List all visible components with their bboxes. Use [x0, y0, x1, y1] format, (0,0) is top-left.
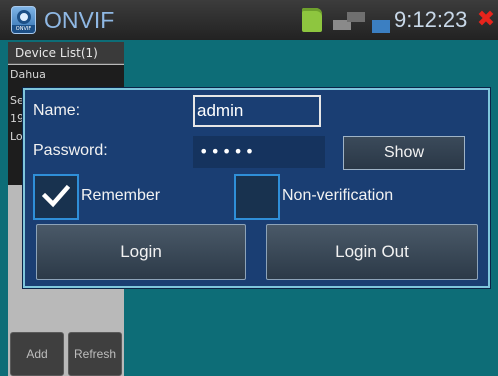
login-dialog: Name: admin Password: ••••• Show Remembe…: [23, 88, 490, 288]
nonverification-label: Non-verification: [282, 187, 394, 204]
camera-lens-icon: [17, 10, 31, 24]
refresh-button[interactable]: Refresh: [68, 332, 122, 376]
checkmark-icon: [42, 184, 70, 208]
network-icon-part: [347, 12, 365, 22]
battery-icon: [372, 20, 390, 33]
close-button[interactable]: ✖: [476, 8, 496, 32]
app-icon-caption: ONVIF: [12, 25, 35, 33]
device-list-item[interactable]: Dahua: [8, 67, 124, 83]
add-button[interactable]: Add: [10, 332, 64, 376]
logout-button[interactable]: Login Out: [266, 224, 478, 280]
remember-label: Remember: [81, 187, 161, 204]
device-list-header: Device List(1): [8, 42, 124, 64]
password-input[interactable]: •••••: [193, 136, 325, 168]
password-label: Password:: [33, 142, 108, 159]
login-button[interactable]: Login: [36, 224, 246, 280]
remember-checkbox[interactable]: [33, 174, 79, 220]
onvif-app-icon: ONVIF: [11, 6, 36, 34]
name-label: Name:: [33, 102, 81, 119]
clock: 9:12:23: [394, 7, 468, 32]
app-title: ONVIF: [44, 7, 115, 33]
onvif-screen: ONVIF ONVIF 9:12:23 ✖ Device List(1) Dah…: [0, 0, 498, 376]
sd-card-icon: [302, 8, 322, 32]
show-password-button[interactable]: Show: [343, 136, 465, 170]
name-input[interactable]: admin: [193, 95, 321, 127]
nonverification-checkbox[interactable]: [234, 174, 280, 220]
title-bar: ONVIF ONVIF 9:12:23 ✖: [0, 0, 498, 40]
device-list-actions: Add Refresh: [8, 332, 124, 376]
network-icon: [333, 10, 367, 32]
